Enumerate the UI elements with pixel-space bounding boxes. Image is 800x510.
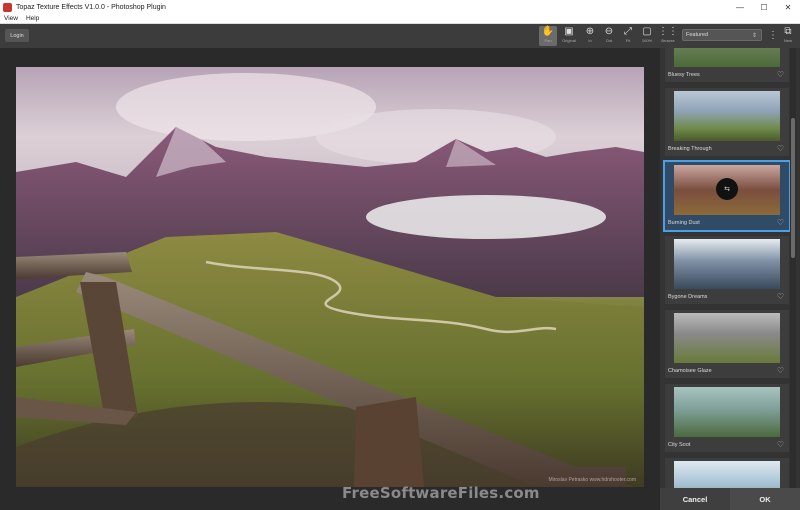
menu-bar: View Help — [0, 14, 800, 24]
zoom-out-label: Out — [605, 38, 613, 43]
dialog-footer: Cancel OK — [660, 488, 800, 510]
toolbar: Login ✋ Pan ▣ Original ⊕ In ⊖ Out ⤢ Fit … — [0, 24, 800, 48]
preset-thumbnail — [674, 461, 780, 488]
zoom-out-icon: ⊖ — [604, 26, 614, 37]
browse-label: Browse — [661, 38, 675, 43]
image-canvas[interactable]: Miroslav Petrasko www.hdrshooter.com Fre… — [0, 48, 660, 510]
preset-thumbnail — [674, 387, 780, 437]
preset-label: Chamoisee Glaze — [668, 368, 712, 374]
preset-item[interactable]: Bluesy Trees ♡ — [665, 48, 789, 82]
actual-size-button[interactable]: ▢ 100% — [638, 26, 656, 46]
preset-label: Bluesy Trees — [668, 72, 700, 78]
preset-thumbnail — [674, 91, 780, 141]
zoom-in-icon: ⊕ — [585, 26, 595, 37]
preset-thumbnail: ⇆ — [674, 165, 780, 215]
fit-label: Fit — [625, 38, 631, 43]
fit-button[interactable]: ⤢ Fit — [619, 26, 637, 46]
zoom-in-label: In — [588, 38, 592, 43]
new-window-icon: ⧉ — [784, 26, 792, 37]
landscape-illustration — [16, 67, 644, 487]
preset-item-selected[interactable]: ⇆ Burning Dust ♡ — [663, 160, 791, 232]
login-button[interactable]: Login — [5, 29, 29, 42]
preset-thumbnail — [674, 313, 780, 363]
actual-size-icon: ▢ — [642, 26, 652, 37]
preset-item[interactable]: Bygone Dreams ♡ — [665, 236, 789, 304]
original-tool-button[interactable]: ▣ Original — [560, 26, 578, 46]
grid-icon: ⋮⋮ — [658, 26, 678, 37]
menu-help[interactable]: Help — [26, 15, 39, 22]
preset-label: Bygone Dreams — [668, 294, 708, 300]
title-bar: Topaz Texture Effects V1.0.0 - Photoshop… — [0, 0, 800, 14]
maximize-button[interactable]: ☐ — [752, 3, 776, 12]
preset-label: Breaking Through — [668, 146, 712, 152]
preset-panel: Bluesy Trees ♡ Breaking Through ♡ ⇆ Burn… — [660, 48, 800, 488]
preset-thumbnail — [674, 239, 780, 289]
preset-filter-value: Featured — [686, 32, 709, 38]
app-icon — [3, 2, 12, 12]
favorite-heart-icon[interactable]: ♡ — [777, 292, 784, 301]
brand-watermark: FreeSoftwareFiles.com — [342, 484, 540, 502]
new-button[interactable]: ⧉ New — [779, 26, 797, 46]
favorite-heart-icon[interactable]: ♡ — [777, 70, 784, 79]
favorite-heart-icon[interactable]: ♡ — [777, 440, 784, 449]
preset-item[interactable]: City Soot ♡ — [665, 384, 789, 452]
new-label: New — [783, 38, 792, 43]
zoom-out-button[interactable]: ⊖ Out — [600, 26, 618, 46]
close-button[interactable]: ✕ — [776, 3, 800, 12]
compare-handle-icon[interactable]: ⇆ — [716, 178, 738, 200]
pan-label: Pan — [544, 38, 552, 43]
minimize-button[interactable]: — — [728, 3, 752, 12]
preset-item[interactable] — [665, 458, 789, 488]
preview-image[interactable]: Miroslav Petrasko www.hdrshooter.com — [16, 67, 644, 487]
preset-scrollbar[interactable] — [790, 48, 796, 488]
image-icon: ▣ — [564, 26, 574, 37]
preset-filter-select[interactable]: Featured ⇕ — [682, 29, 762, 41]
favorite-heart-icon[interactable]: ♡ — [777, 218, 784, 227]
browse-button[interactable]: ⋮⋮ Browse — [658, 26, 678, 46]
zoom-in-button[interactable]: ⊕ In — [581, 26, 599, 46]
preset-item[interactable]: Breaking Through ♡ — [665, 88, 789, 156]
more-options-icon[interactable]: ⋮ — [768, 30, 778, 41]
cancel-button[interactable]: Cancel — [660, 488, 730, 510]
pan-tool-button[interactable]: ✋ Pan — [539, 26, 557, 46]
window-title: Topaz Texture Effects V1.0.0 - Photoshop… — [16, 3, 166, 11]
menu-view[interactable]: View — [4, 15, 18, 22]
actual-size-label: 100% — [641, 38, 653, 43]
photo-credit: Miroslav Petrasko www.hdrshooter.com — [548, 477, 636, 483]
scrollbar-thumb[interactable] — [791, 118, 795, 258]
fit-icon: ⤢ — [624, 26, 632, 37]
preset-thumbnail — [674, 48, 780, 67]
ok-button[interactable]: OK — [730, 488, 800, 510]
hand-icon: ✋ — [541, 26, 555, 37]
favorite-heart-icon[interactable]: ♡ — [777, 144, 784, 153]
preset-label: City Soot — [668, 442, 691, 448]
preset-item[interactable]: Chamoisee Glaze ♡ — [665, 310, 789, 378]
preset-label: Burning Dust — [668, 220, 700, 226]
original-label: Original — [562, 38, 576, 43]
chevron-updown-icon: ⇕ — [751, 32, 757, 39]
favorite-heart-icon[interactable]: ♡ — [777, 366, 784, 375]
